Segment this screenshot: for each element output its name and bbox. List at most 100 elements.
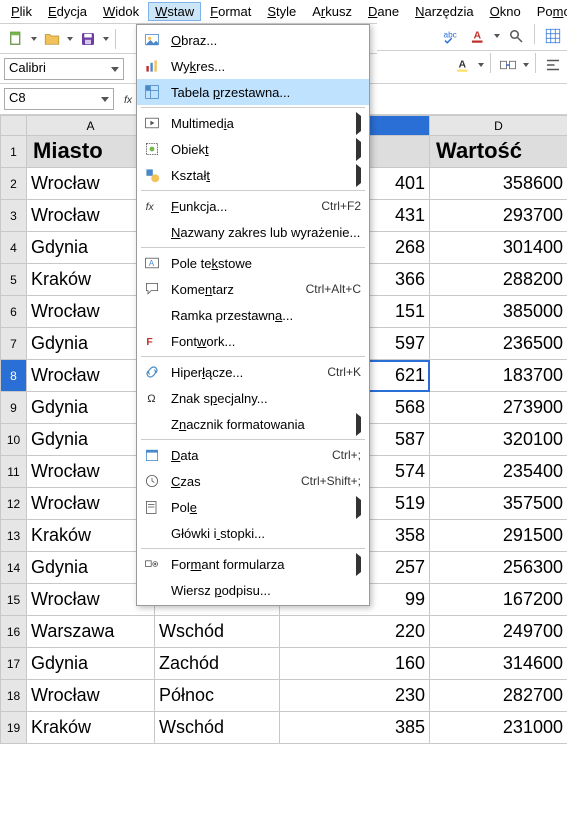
- row-header[interactable]: 4: [1, 232, 27, 264]
- spellcheck-button[interactable]: abc: [439, 24, 463, 48]
- highlight-color-button[interactable]: A: [451, 53, 475, 77]
- cell-B18[interactable]: Północ: [155, 680, 280, 712]
- menu-widok[interactable]: Widok: [96, 2, 146, 21]
- menu-edycja[interactable]: Edycja: [41, 2, 94, 21]
- menuitem-tabela-przestawna[interactable]: Tabela przestawna...: [137, 79, 369, 105]
- menuitem-fontwork[interactable]: FFontwork...: [137, 328, 369, 354]
- cell-D9[interactable]: 273900: [430, 392, 567, 424]
- row-header[interactable]: 17: [1, 648, 27, 680]
- font-color-dropdown[interactable]: [493, 24, 501, 48]
- menuitem-nazwany-zakres-lub-wyrażenie[interactable]: Nazwany zakres lub wyrażenie...: [137, 219, 369, 245]
- menuitem-znak-specjalny[interactable]: ΩZnak specjalny...: [137, 385, 369, 411]
- row-header[interactable]: 15: [1, 584, 27, 616]
- row-header[interactable]: 12: [1, 488, 27, 520]
- cell-D18[interactable]: 282700: [430, 680, 567, 712]
- menu-arkusz[interactable]: Arkusz: [305, 2, 359, 21]
- cell-A18[interactable]: Wrocław: [27, 680, 155, 712]
- menu-dane[interactable]: Dane: [361, 2, 406, 21]
- save-dropdown[interactable]: [102, 27, 110, 51]
- menuitem-znacznik-formatowania[interactable]: Znacznik formatowania: [137, 411, 369, 437]
- row-header[interactable]: 1: [1, 136, 27, 168]
- cell-D7[interactable]: 236500: [430, 328, 567, 360]
- merge-dropdown[interactable]: [522, 53, 530, 77]
- merge-button[interactable]: [496, 53, 520, 77]
- table-button[interactable]: [541, 24, 565, 48]
- menuitem-multimedia[interactable]: Multimedia: [137, 110, 369, 136]
- menuitem-komentarz[interactable]: KomentarzCtrl+Alt+C: [137, 276, 369, 302]
- menuitem-funkcja[interactable]: fxFunkcja...Ctrl+F2: [137, 193, 369, 219]
- cell-D5[interactable]: 288200: [430, 264, 567, 296]
- menuitem-wiersz-podpisu[interactable]: Wiersz podpisu...: [137, 577, 369, 603]
- menuitem-wykres[interactable]: Wykres...: [137, 53, 369, 79]
- menu-wstaw[interactable]: Wstaw: [148, 2, 201, 21]
- row-header[interactable]: 16: [1, 616, 27, 648]
- select-all-corner[interactable]: [1, 116, 27, 136]
- cell-D15[interactable]: 167200: [430, 584, 567, 616]
- row-header[interactable]: 5: [1, 264, 27, 296]
- cell-D11[interactable]: 235400: [430, 456, 567, 488]
- cell-D8[interactable]: 183700: [430, 360, 567, 392]
- row-header[interactable]: 6: [1, 296, 27, 328]
- font-color-button[interactable]: A: [466, 24, 490, 48]
- menu-style[interactable]: Style: [260, 2, 303, 21]
- row-header[interactable]: 9: [1, 392, 27, 424]
- cell-C16[interactable]: 220: [280, 616, 430, 648]
- menu-pomoc[interactable]: Pomoc: [530, 2, 567, 21]
- menu-narzędzia[interactable]: Narzędzia: [408, 2, 481, 21]
- row-header[interactable]: 8: [1, 360, 27, 392]
- cell-C17[interactable]: 160: [280, 648, 430, 680]
- row-header[interactable]: 19: [1, 712, 27, 744]
- menuitem-data[interactable]: DataCtrl+;: [137, 442, 369, 468]
- cell-B17[interactable]: Zachód: [155, 648, 280, 680]
- cell-A19[interactable]: Kraków: [27, 712, 155, 744]
- menuitem-formant-formularza[interactable]: Formant formularza: [137, 551, 369, 577]
- menuitem-obiekt[interactable]: Obiekt: [137, 136, 369, 162]
- menuitem-główki-i-stopki[interactable]: Główki i stopki...: [137, 520, 369, 546]
- cell-D2[interactable]: 358600: [430, 168, 567, 200]
- cell-D3[interactable]: 293700: [430, 200, 567, 232]
- cell-D4[interactable]: 301400: [430, 232, 567, 264]
- menuitem-pole-tekstowe[interactable]: APole tekstowe: [137, 250, 369, 276]
- row-header[interactable]: 10: [1, 424, 27, 456]
- menuitem-obraz[interactable]: Obraz...: [137, 27, 369, 53]
- menuitem-hiperłącze[interactable]: Hiperłącze...Ctrl+K: [137, 359, 369, 385]
- cell-D19[interactable]: 231000: [430, 712, 567, 744]
- cell-A17[interactable]: Gdynia: [27, 648, 155, 680]
- menu-okno[interactable]: Okno: [483, 2, 528, 21]
- new-doc-dropdown[interactable]: [30, 27, 38, 51]
- new-doc-button[interactable]: [4, 27, 28, 51]
- menuitem-pole[interactable]: Pole: [137, 494, 369, 520]
- cell-D10[interactable]: 320100: [430, 424, 567, 456]
- align-button[interactable]: [541, 53, 565, 77]
- menu-format[interactable]: Format: [203, 2, 258, 21]
- row-header[interactable]: 14: [1, 552, 27, 584]
- menuitem-czas[interactable]: CzasCtrl+Shift+;: [137, 468, 369, 494]
- cell-C18[interactable]: 230: [280, 680, 430, 712]
- menu-plik[interactable]: Plik: [4, 2, 39, 21]
- highlight-color-dropdown[interactable]: [477, 53, 485, 77]
- cell-D16[interactable]: 249700: [430, 616, 567, 648]
- cell-D14[interactable]: 256300: [430, 552, 567, 584]
- open-dropdown[interactable]: [66, 27, 74, 51]
- save-button[interactable]: [76, 27, 100, 51]
- row-header[interactable]: 2: [1, 168, 27, 200]
- font-name-combo[interactable]: Calibri: [4, 58, 124, 80]
- menuitem-ramka-przestawna[interactable]: Ramka przestawna...: [137, 302, 369, 328]
- cell-C19[interactable]: 385: [280, 712, 430, 744]
- cell-B16[interactable]: Wschód: [155, 616, 280, 648]
- cell-D6[interactable]: 385000: [430, 296, 567, 328]
- row-header[interactable]: 13: [1, 520, 27, 552]
- row-header[interactable]: 3: [1, 200, 27, 232]
- row-header[interactable]: 18: [1, 680, 27, 712]
- row-header[interactable]: 7: [1, 328, 27, 360]
- cell-D12[interactable]: 357500: [430, 488, 567, 520]
- row-header[interactable]: 11: [1, 456, 27, 488]
- cell-A16[interactable]: Warszawa: [27, 616, 155, 648]
- name-box[interactable]: C8: [4, 88, 114, 110]
- col-header-D[interactable]: D: [430, 116, 567, 136]
- cell-D13[interactable]: 291500: [430, 520, 567, 552]
- find-button[interactable]: [504, 24, 528, 48]
- cell-B19[interactable]: Wschód: [155, 712, 280, 744]
- open-button[interactable]: [40, 27, 64, 51]
- cell-D1[interactable]: Wartość: [430, 136, 567, 168]
